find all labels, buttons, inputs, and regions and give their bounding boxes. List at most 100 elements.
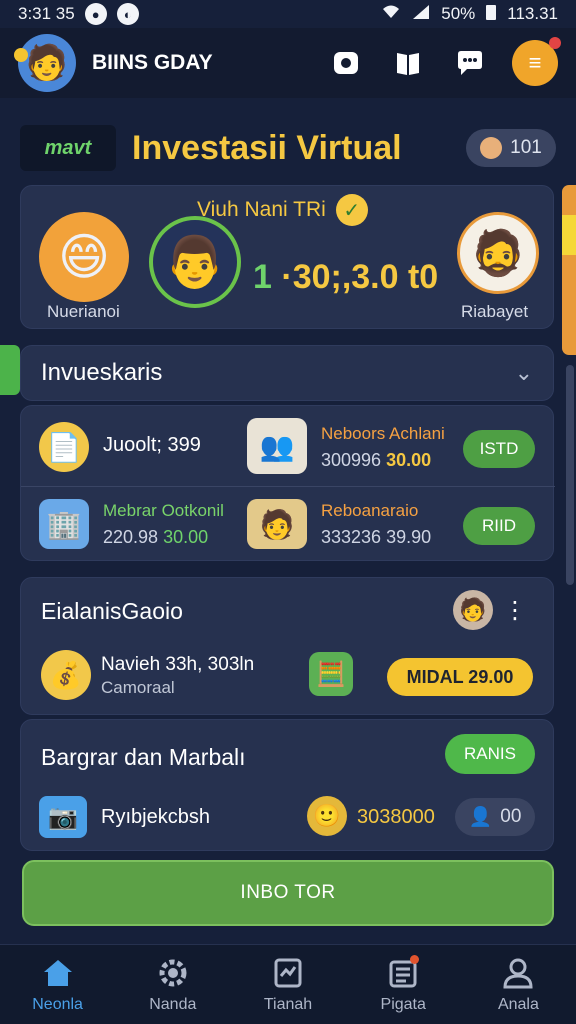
item-right-sub: 300996 30.00 <box>321 450 431 471</box>
book-icon <box>397 53 419 75</box>
hero-card: Viuh Nani TRi ✓ 😄 Nuerianoi 👨 1 ·30;,3.0… <box>20 185 554 329</box>
gear-icon <box>159 959 187 986</box>
list-item[interactable]: 🏢 Mebrar Ootkonil 220.98 30.00 🧑 Reboana… <box>21 486 555 560</box>
battery-icon <box>485 3 497 26</box>
tab-settings[interactable]: Nanda <box>115 945 230 1024</box>
hero-value-lead: 1 <box>253 258 272 296</box>
tab-chart[interactable]: Tianah <box>230 945 345 1024</box>
brand-logo: mavt <box>20 125 116 171</box>
status-time: 3:31 35 <box>18 4 75 23</box>
bargain-name: Ryıbjekcbsh <box>101 806 210 828</box>
signal-icon <box>411 4 431 25</box>
item-right-title: Reboanaraio <box>321 501 419 520</box>
bargain-value: 3038000 <box>357 806 435 828</box>
status-bar: 3:31 35 ● ◐ 50% 113.31 <box>0 0 576 28</box>
notification-dot <box>409 955 419 964</box>
investments-list: 📄 Juoolt; 399 👥 Neboors Achlani 300996 3… <box>20 405 555 561</box>
item-sub-code: 220.98 <box>103 527 159 547</box>
balance-name: Navieh 33h, 303ln <box>101 654 255 675</box>
wifi-icon <box>381 4 401 25</box>
item-right-sub: 333236 39.90 <box>321 527 431 548</box>
verified-check-icon: ✓ <box>335 194 368 226</box>
item-sub: 220.98 30.00 <box>103 527 208 548</box>
coin-bag-icon: 💰 <box>41 650 91 700</box>
person-icon: 🧑 <box>247 499 307 549</box>
balance-title: EialanisGaoio <box>41 598 183 624</box>
tab-label: Neonla <box>32 995 83 1013</box>
status-right: 50% 113.31 <box>381 3 558 26</box>
chevron-down-icon[interactable]: ⌄ <box>515 360 533 386</box>
tab-calendar[interactable]: Pigata <box>346 945 461 1024</box>
scroll-bar-yellow <box>562 215 576 255</box>
hero-value: 1 ·30;,3.0 t0 <box>253 258 438 297</box>
notification-icon: ● <box>84 3 107 25</box>
bargain-title: Bargrar dan Marbalı <box>41 744 246 770</box>
hero-title: Viuh Nani TRi <box>197 198 326 221</box>
item-title: Mebrar Ootkonil <box>103 501 224 520</box>
status-left: 3:31 35 ● ◐ <box>18 3 139 25</box>
ranis-button[interactable]: RANIS <box>445 734 535 774</box>
item-right-value: 30.00 <box>386 450 432 470</box>
notification-dot <box>549 37 561 49</box>
member-avatar-icon <box>480 137 503 159</box>
balance-sub: Camoraal <box>101 678 175 697</box>
chart-doc-icon <box>274 958 302 987</box>
member-count: 101 <box>510 137 542 158</box>
hero-value-amount: ·30;,3.0 t0 <box>271 258 439 296</box>
avatar-face-icon: 🧑 <box>25 44 69 82</box>
character-businessman-icon: 🧔 <box>470 229 526 278</box>
menu-icon: ≡ <box>528 50 542 75</box>
tab-label: Anala <box>497 995 539 1013</box>
item-right-code: 333236 <box>321 527 382 547</box>
item-right-value: 39.90 <box>386 527 432 547</box>
right-character-label: Riabayet <box>461 302 529 321</box>
camera-button[interactable] <box>326 43 366 83</box>
investments-header[interactable]: Invueskaris ⌄ <box>20 345 554 401</box>
username: BIINS GDAY <box>92 51 213 74</box>
hero-title-row: Viuh Nani TRi ✓ <box>197 194 368 226</box>
list-item[interactable]: 📄 Juoolt; 399 👥 Neboors Achlani 300996 3… <box>21 410 555 484</box>
bargain-count-pill[interactable]: 👤 00 <box>455 798 535 836</box>
character-face-icon: 😄 <box>57 229 111 285</box>
app-header: 🧑 BIINS GDAY ≡ <box>0 28 576 98</box>
tab-label: Pigata <box>380 995 426 1013</box>
primary-cta-button[interactable]: INBO TOR <box>22 860 554 926</box>
right-character-avatar[interactable]: 🧔 <box>457 212 539 294</box>
item-sub-value: 30.00 <box>163 527 209 547</box>
camera-icon <box>334 52 358 74</box>
page-title: Investasii Virtual <box>132 128 402 167</box>
item-right-title: Neboors Achlani <box>321 424 445 443</box>
midal-button[interactable]: MIDAL 29.00 <box>387 658 533 696</box>
calculator-icon[interactable]: 🧮 <box>309 652 353 696</box>
scroll-indicator <box>562 185 576 585</box>
bookmark-button[interactable] <box>388 43 428 83</box>
istd-button[interactable]: ISTD <box>463 430 535 468</box>
section-marker <box>0 345 20 395</box>
balance-avatar[interactable]: 🧑 <box>453 590 493 630</box>
battery-percent: 50% <box>441 4 476 23</box>
item-title: Juoolt; 399 <box>103 434 201 456</box>
tab-label: Nanda <box>149 995 197 1013</box>
riid-button[interactable]: RIID <box>463 507 535 545</box>
status-right-time: 113.31 <box>507 4 558 23</box>
left-character-label: Nuerianoi <box>47 302 120 321</box>
character-chef-icon: 👨 <box>163 233 227 290</box>
more-options-icon[interactable]: ⋮ <box>503 596 527 625</box>
center-character-avatar[interactable]: 👨 <box>149 216 241 308</box>
tab-profile[interactable]: Anala <box>461 945 576 1024</box>
scroll-bar-orange <box>562 185 576 355</box>
item-right-code: 300996 <box>321 450 382 470</box>
bargain-count: 00 <box>500 806 522 827</box>
coin-icon <box>14 48 28 62</box>
scrollbar-thumb[interactable] <box>566 365 574 585</box>
chat-icon <box>458 51 482 75</box>
user-avatar[interactable]: 🧑 <box>14 34 76 92</box>
tab-label: Tianah <box>263 995 313 1013</box>
camera-bag-icon: 📷 <box>39 796 87 838</box>
chat-button[interactable] <box>450 43 490 83</box>
left-character-avatar[interactable]: 😄 <box>39 212 129 302</box>
member-count-pill[interactable]: 101 <box>466 129 556 167</box>
tab-home[interactable]: Neonla <box>0 945 115 1024</box>
app-icon: ◐ <box>116 3 139 25</box>
menu-button[interactable]: ≡ <box>512 37 561 86</box>
